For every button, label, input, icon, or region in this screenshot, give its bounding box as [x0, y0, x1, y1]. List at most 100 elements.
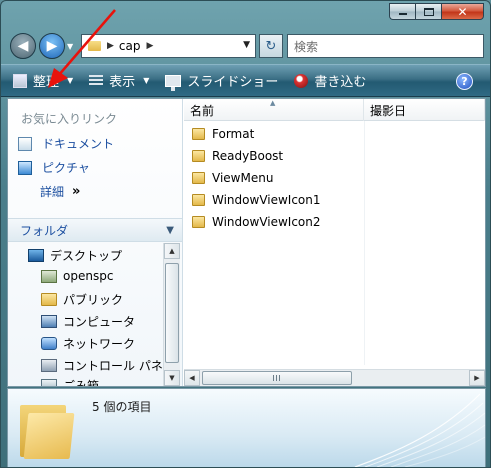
breadcrumb-separator-icon[interactable]: ▶: [147, 41, 154, 51]
address-dropdown-icon[interactable]: ▼: [243, 40, 250, 50]
tree-item-control-panel[interactable]: コントロール パネル: [41, 357, 163, 374]
refresh-icon: ↻: [265, 38, 277, 54]
views-label: 表示: [109, 75, 136, 90]
burn-disc-icon: [294, 73, 309, 88]
caption-buttons: ✕: [389, 3, 484, 20]
close-button[interactable]: ✕: [441, 3, 484, 20]
content-area: お気に入りリンク ドキュメント ピクチャ 詳細 » フォルダ ▼ デスクトップ: [7, 98, 486, 387]
more-links-button[interactable]: 詳細 »: [40, 183, 80, 200]
documents-icon: [18, 136, 32, 151]
tree-item-public[interactable]: パブリック: [41, 291, 123, 308]
folders-label: フォルダ: [20, 223, 69, 238]
command-bar: 整理 ▼ 表示 ▼ スライドショー 書き込む ?: [1, 64, 490, 97]
burn-label: 書き込む: [314, 75, 367, 90]
chevron-down-icon: ▼: [67, 76, 74, 85]
folder-icon: [192, 172, 205, 184]
scroll-left-icon[interactable]: ◀: [184, 370, 200, 386]
organize-icon: [13, 73, 27, 88]
sort-ascending-icon: ▲: [270, 99, 276, 107]
organize-label: 整理: [33, 75, 60, 90]
file-name: WindowViewIcon2: [212, 215, 321, 229]
breadcrumb-separator-icon[interactable]: ▶: [107, 41, 114, 51]
file-rows: Format ReadyBoost ViewMenu WindowViewIco…: [184, 123, 485, 233]
network-icon: [41, 337, 57, 350]
folder-tree: デスクトップ openspc パブリック コンピュータ ネットワーク コントロー…: [8, 243, 163, 386]
file-row[interactable]: ReadyBoost: [184, 145, 485, 167]
scroll-up-icon[interactable]: ▲: [164, 243, 180, 259]
organize-button[interactable]: 整理 ▼: [13, 71, 73, 90]
file-row[interactable]: Format: [184, 123, 485, 145]
file-list-pane: ▲ 名前 撮影日 Format ReadyBoost ViewMenu Wind…: [184, 99, 485, 386]
tree-item-label: openspc: [63, 269, 114, 283]
decorative-swoosh: [354, 393, 485, 467]
refresh-button[interactable]: ↻: [259, 34, 283, 58]
file-name: WindowViewIcon1: [212, 193, 321, 207]
scroll-right-icon[interactable]: ▶: [469, 370, 485, 386]
tree-item-network[interactable]: ネットワーク: [41, 335, 135, 352]
scroll-thumb[interactable]: [165, 263, 179, 363]
control-panel-icon: [41, 359, 57, 372]
chevron-down-icon: ▼: [143, 76, 150, 85]
chevron-down-icon: ▼: [166, 224, 174, 236]
minimize-button[interactable]: [389, 3, 415, 20]
file-row[interactable]: ViewMenu: [184, 167, 485, 189]
tree-item-label: ごみ箱: [63, 379, 100, 386]
file-name: Format: [212, 127, 255, 141]
file-list-hscrollbar[interactable]: ◀ ▶: [184, 369, 485, 386]
file-row[interactable]: WindowViewIcon1: [184, 189, 485, 211]
tree-item-desktop[interactable]: デスクトップ: [28, 247, 122, 264]
search-input[interactable]: 検索: [287, 34, 484, 58]
recent-pages-dropdown[interactable]: ▼: [67, 42, 73, 51]
tree-item-label: パブリック: [63, 293, 124, 307]
desktop-icon: [28, 249, 44, 262]
breadcrumb-cap[interactable]: cap: [119, 39, 141, 53]
scroll-thumb[interactable]: [202, 371, 352, 385]
folder-icon: [192, 150, 205, 162]
computer-icon: [41, 315, 57, 328]
tree-item-label: コントロール パネル: [63, 359, 163, 373]
column-label: 名前: [190, 103, 215, 118]
favorite-link-documents[interactable]: ドキュメント: [18, 135, 114, 152]
maximize-button[interactable]: [415, 3, 441, 20]
search-placeholder: 検索: [294, 39, 319, 54]
burn-button[interactable]: 書き込む: [294, 71, 366, 90]
tree-item-label: デスクトップ: [50, 249, 123, 263]
address-row: ◀ ▶ ▼ ▶ cap ▶ ▼ ↻ 検索: [7, 30, 486, 60]
help-button[interactable]: ?: [456, 73, 473, 90]
back-button[interactable]: ◀: [10, 33, 36, 59]
large-folder-icon: [20, 399, 76, 459]
recycle-bin-icon: [41, 379, 57, 386]
pictures-icon: [18, 160, 32, 175]
address-bar[interactable]: ▶ cap ▶ ▼: [81, 34, 256, 58]
slideshow-button[interactable]: スライドショー: [165, 71, 278, 91]
forward-button[interactable]: ▶: [39, 33, 65, 59]
explorer-window: ✕ ◀ ▶ ▼ ▶ cap ▶ ▼ ↻ 検索 整理 ▼ 表示 ▼ スライドショー…: [0, 0, 491, 468]
details-pane: 5 個の項目: [7, 388, 486, 467]
scroll-down-icon[interactable]: ▼: [164, 370, 180, 386]
folders-header[interactable]: フォルダ ▼: [8, 218, 182, 242]
tree-item-recycle-bin[interactable]: ごみ箱: [41, 377, 99, 386]
favorites-title: お気に入りリンク: [21, 112, 118, 126]
file-row[interactable]: WindowViewIcon2: [184, 211, 485, 233]
navigation-pane: お気に入りリンク ドキュメント ピクチャ 詳細 » フォルダ ▼ デスクトップ: [8, 99, 183, 386]
folder-icon: [192, 216, 205, 228]
column-header-date-taken[interactable]: 撮影日: [364, 99, 485, 121]
tree-item-openspc[interactable]: openspc: [41, 269, 113, 283]
folder-icon: [192, 128, 205, 140]
more-label: 詳細: [40, 185, 65, 199]
tree-item-label: コンピュータ: [63, 315, 136, 329]
file-name: ReadyBoost: [212, 149, 284, 163]
tree-item-label: ネットワーク: [63, 337, 136, 351]
views-button[interactable]: 表示 ▼: [89, 71, 149, 90]
favorite-link-pictures[interactable]: ピクチャ: [18, 159, 90, 176]
close-icon: ✕: [457, 4, 468, 19]
folder-icon: [41, 293, 57, 306]
maximize-icon: [423, 7, 434, 16]
help-icon: ?: [461, 75, 468, 88]
views-icon: [89, 74, 104, 87]
folder-tree-scrollbar[interactable]: ▲ ▼: [163, 243, 180, 386]
tree-item-computer[interactable]: コンピュータ: [41, 313, 135, 330]
column-header-name[interactable]: ▲ 名前: [184, 99, 364, 121]
favorite-label: ドキュメント: [42, 137, 115, 151]
grip-icon: [273, 375, 281, 381]
